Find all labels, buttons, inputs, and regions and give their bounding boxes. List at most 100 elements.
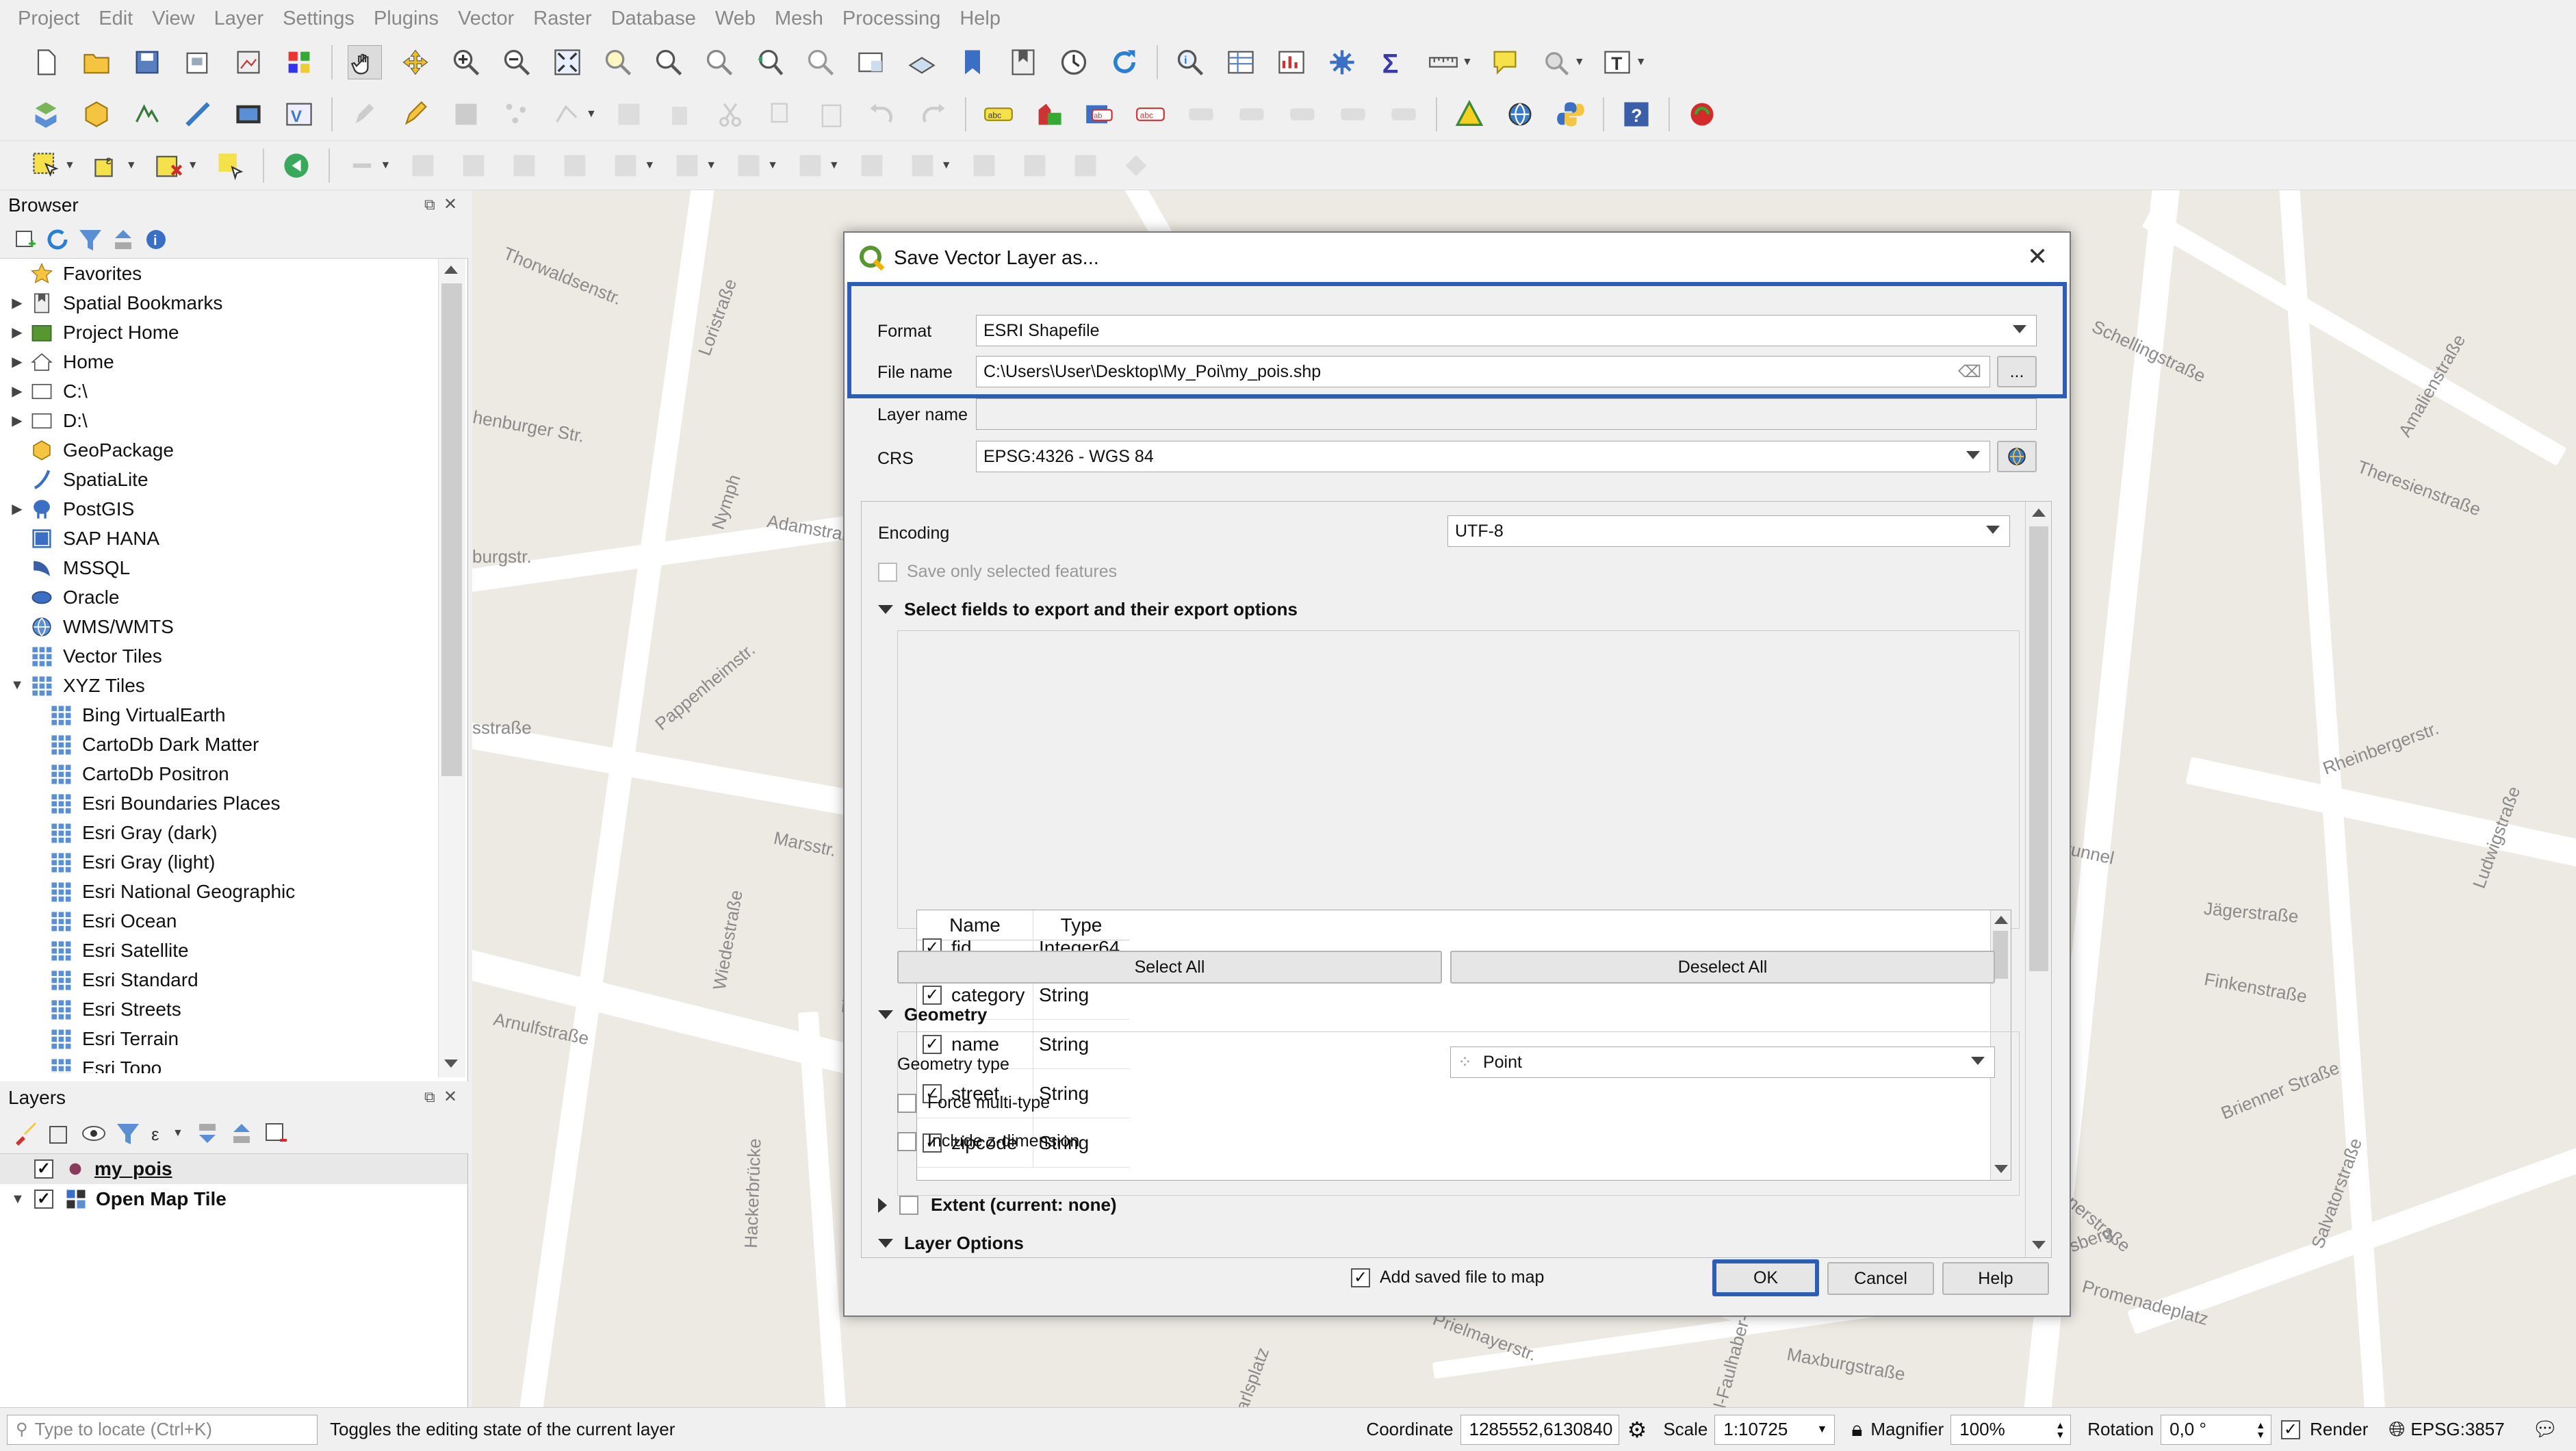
expand-arrow-icon[interactable]: ▶	[5, 383, 29, 400]
browser-scrollbar[interactable]	[438, 259, 465, 1077]
select-features-icon[interactable]	[29, 149, 63, 183]
browser-item-esri-gray-light[interactable]: Esri Gray (light)	[0, 847, 438, 877]
refresh-browser-icon[interactable]	[44, 222, 71, 257]
collapse-arrow-icon[interactable]: ▼	[5, 678, 29, 693]
filter-expression-icon[interactable]: ε	[149, 1116, 176, 1151]
deselect-icon[interactable]	[152, 149, 186, 183]
select-all-button[interactable]: Select All	[897, 951, 1442, 984]
refresh-icon[interactable]	[1107, 45, 1142, 79]
new-project-icon[interactable]	[29, 45, 63, 79]
include-z-row[interactable]: Include z-dimension	[897, 1131, 1079, 1151]
menu-settings[interactable]: Settings	[283, 8, 355, 30]
new-print-layout-icon[interactable]	[181, 45, 215, 79]
zoom-in-icon[interactable]	[449, 45, 483, 79]
render-checkbox[interactable]: ✓	[2281, 1420, 2301, 1439]
pan-icon[interactable]	[348, 44, 382, 79]
redo-icon[interactable]	[916, 97, 950, 131]
new-map-view-icon[interactable]	[854, 45, 888, 79]
add-group-icon[interactable]	[46, 1116, 73, 1151]
expand-arrow-icon[interactable]: ▶	[5, 353, 29, 370]
force-multi-row[interactable]: Force multi-type	[897, 1093, 1050, 1113]
options-scrollbar[interactable]	[2025, 502, 2051, 1257]
advanced-digitize-6-icon[interactable]	[608, 149, 643, 183]
browser-item-c[interactable]: ▶ C:\	[0, 376, 438, 406]
cancel-button[interactable]: Cancel	[1827, 1262, 1934, 1295]
crs-selector-button[interactable]	[1997, 441, 2037, 472]
extent-section-header[interactable]: Extent (current: none)	[878, 1194, 1117, 1216]
advanced-digitize-13-icon[interactable]	[1018, 149, 1052, 183]
paste-icon[interactable]	[814, 97, 849, 131]
layer-labeling-icon[interactable]: ab	[1083, 97, 1117, 131]
add-vector-icon[interactable]	[130, 97, 164, 131]
menu-raster[interactable]: Raster	[533, 8, 591, 30]
show-labels-icon[interactable]	[1235, 97, 1269, 131]
zoom-selection-icon[interactable]	[601, 45, 635, 79]
zoom-out-icon[interactable]	[500, 45, 534, 79]
rotation-field[interactable]: 0,0 ° ▲ ▼	[2161, 1414, 2272, 1445]
menu-processing[interactable]: Processing	[842, 8, 940, 30]
deselect-all-button[interactable]: Deselect All	[1450, 951, 1995, 984]
menu-vector[interactable]: Vector	[458, 8, 514, 30]
toolbox-icon[interactable]	[1325, 45, 1359, 79]
help-button[interactable]: Help	[1942, 1262, 2049, 1295]
crs-status-value[interactable]: EPSG:3857	[2410, 1419, 2504, 1440]
label-rule-icon[interactable]	[1032, 97, 1066, 131]
menu-web[interactable]: Web	[715, 8, 756, 30]
browser-item-cartodb-dark-matter[interactable]: CartoDb Dark Matter	[0, 730, 438, 759]
collapse-arrow-icon[interactable]: ▼	[11, 1192, 34, 1207]
browser-item-spatialite[interactable]: SpatiaLite	[0, 465, 438, 494]
advanced-digitize-5-icon[interactable]	[558, 149, 592, 183]
layer-diagram-icon[interactable]: abc	[1133, 97, 1168, 131]
menu-help[interactable]: Help	[959, 8, 1001, 30]
collapse-all-layers-icon[interactable]	[228, 1116, 255, 1151]
browser-item-mssql[interactable]: MSSQL	[0, 553, 438, 582]
collapse-all-icon[interactable]	[110, 222, 137, 257]
layer-item-my-pois[interactable]: ✓ my_pois	[0, 1154, 467, 1184]
toggle-extents-icon[interactable]: ⚙	[1627, 1417, 1647, 1443]
remove-layer-icon[interactable]	[262, 1116, 289, 1151]
move-label-icon[interactable]	[1285, 97, 1319, 131]
show-bookmarks-icon[interactable]	[1006, 45, 1040, 79]
zoom-next-icon[interactable]	[803, 45, 838, 79]
menu-mesh[interactable]: Mesh	[775, 8, 823, 30]
browser-item-esri-boundaries-places[interactable]: Esri Boundaries Places	[0, 788, 438, 818]
zoom-full-icon[interactable]	[550, 45, 584, 79]
toggle-editing-icon[interactable]	[398, 97, 433, 131]
locator-input[interactable]: ⚲ Type to locate (Ctrl+K)	[7, 1414, 318, 1445]
clear-icon[interactable]: ⌫	[1958, 362, 1981, 382]
float-panel-icon[interactable]: ⧉	[424, 196, 435, 214]
label-toolbar-icon[interactable]: abc	[981, 97, 1016, 131]
new-geopackage-icon[interactable]	[79, 97, 114, 131]
help-contents-icon[interactable]: ?	[1619, 97, 1653, 131]
attribute-table-icon[interactable]	[1224, 45, 1258, 79]
browser-item-wms-wmts[interactable]: WMS/WMTS	[0, 612, 438, 641]
browser-item-d[interactable]: ▶ D:\	[0, 406, 438, 435]
data-source-manager-icon[interactable]	[29, 97, 63, 131]
zoom-native-icon[interactable]	[702, 45, 736, 79]
advanced-digitize-4-icon[interactable]	[507, 149, 541, 183]
browser-item-esri-terrain[interactable]: Esri Terrain	[0, 1024, 438, 1053]
open-styling-icon[interactable]	[12, 1116, 39, 1151]
advanced-digitize-2-icon[interactable]	[406, 149, 440, 183]
magnifier-field[interactable]: 100% ▲ ▼	[1950, 1414, 2072, 1445]
new-3d-map-icon[interactable]	[905, 45, 939, 79]
browser-item-esri-topo[interactable]: Esri Topo	[0, 1053, 438, 1073]
pin-labels-icon[interactable]	[1184, 97, 1218, 131]
measure-icon[interactable]	[1426, 45, 1460, 79]
crs-select[interactable]: EPSG:4326 - WGS 84	[976, 441, 1990, 472]
expand-arrow-icon[interactable]: ▶	[5, 294, 29, 311]
browser-item-home[interactable]: ▶ Home	[0, 347, 438, 376]
column-name-header[interactable]: Name	[917, 910, 1033, 940]
new-bookmark-icon[interactable]	[955, 45, 990, 79]
save-selected-row[interactable]: Save only selected features	[878, 562, 1117, 582]
filter-legend-icon[interactable]	[114, 1116, 142, 1151]
menu-edit[interactable]: Edit	[99, 8, 133, 30]
format-select[interactable]: ESRI Shapefile	[976, 315, 2037, 346]
save-selected-checkbox[interactable]	[878, 562, 897, 582]
advanced-digitize-10-icon[interactable]	[855, 149, 889, 183]
identify-icon[interactable]: i	[1173, 45, 1207, 79]
python-console-icon[interactable]	[1554, 97, 1588, 131]
browser-item-sap-hana[interactable]: SAP HANA	[0, 524, 438, 553]
cut-icon[interactable]	[713, 97, 747, 131]
lock-scale-icon[interactable]: 🔒︎	[1851, 1418, 1862, 1441]
